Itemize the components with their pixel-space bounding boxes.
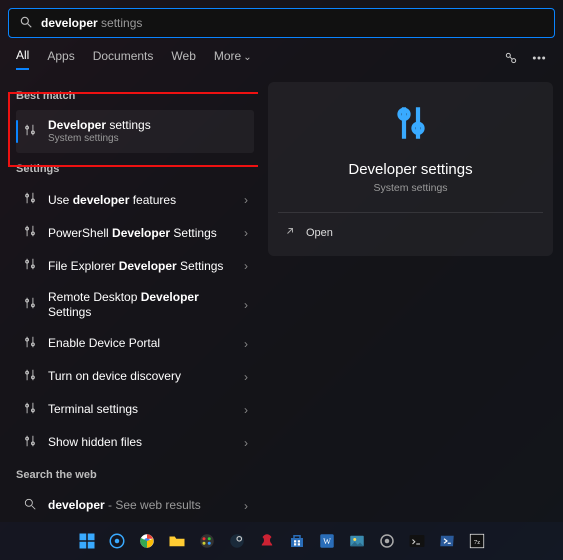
taskbar-app-icon[interactable]	[196, 530, 218, 552]
chevron-right-icon: ›	[244, 337, 248, 351]
sliders-icon	[22, 296, 38, 313]
result-title: Show hidden files	[48, 435, 234, 449]
section-search-web: Search the web	[16, 469, 254, 481]
tab-all[interactable]: All	[16, 48, 29, 70]
sliders-icon	[22, 123, 38, 140]
chevron-right-icon: ›	[244, 226, 248, 240]
settings-result-row[interactable]: PowerShell Developer Settings ›	[16, 216, 254, 249]
settings-result-row[interactable]: Terminal settings ›	[16, 393, 254, 426]
preview-column: Developer settings System settings Open	[258, 78, 555, 514]
chevron-right-icon: ›	[244, 193, 248, 207]
taskbar-powershell-icon[interactable]	[436, 530, 458, 552]
result-title: Use developer features	[48, 193, 234, 207]
taskbar-sevenzip-icon[interactable]: 7z	[466, 530, 488, 552]
filter-tabs: All Apps Documents Web More⌄	[8, 38, 555, 78]
svg-text:W: W	[323, 537, 331, 546]
taskbar-settings-icon[interactable]	[376, 530, 398, 552]
preview-title: Developer settings	[348, 161, 472, 178]
chevron-right-icon: ›	[244, 403, 248, 417]
taskbar-file-explorer-icon[interactable]	[166, 530, 188, 552]
settings-result-row[interactable]: Enable Device Portal ›	[16, 327, 254, 360]
account-connect-icon[interactable]	[503, 50, 519, 69]
taskbar: W 7z	[0, 522, 563, 560]
sliders-icon	[22, 401, 38, 418]
result-title: PowerShell Developer Settings	[48, 226, 234, 240]
taskbar-app-icon[interactable]	[256, 530, 278, 552]
taskbar-app-icon[interactable]: W	[316, 530, 338, 552]
open-external-icon	[284, 225, 296, 240]
taskbar-app-icon[interactable]	[226, 530, 248, 552]
taskbar-terminal-icon[interactable]	[406, 530, 428, 552]
chevron-right-icon: ›	[244, 259, 248, 273]
tab-web[interactable]: Web	[171, 49, 195, 69]
result-title: File Explorer Developer Settings	[48, 259, 234, 273]
sliders-icon	[22, 224, 38, 241]
result-title: Terminal settings	[48, 402, 234, 416]
search-query-text: developer settings	[41, 16, 142, 30]
sliders-icon	[22, 368, 38, 385]
settings-result-row[interactable]: Use developer features ›	[16, 183, 254, 216]
settings-result-row[interactable]: Remote Desktop Developer Settings ›	[16, 282, 254, 327]
section-best-match: Best match	[16, 90, 254, 102]
result-title: Enable Device Portal	[48, 336, 234, 350]
tab-apps[interactable]: Apps	[47, 49, 74, 69]
divider	[278, 212, 543, 213]
sliders-icon	[22, 257, 38, 274]
open-label: Open	[306, 227, 333, 239]
result-title: Remote Desktop Developer Settings	[48, 290, 234, 319]
preview-subtitle: System settings	[373, 182, 447, 194]
tab-documents[interactable]: Documents	[93, 49, 154, 69]
chevron-down-icon: ⌄	[243, 52, 251, 63]
search-box[interactable]: developer settings	[8, 8, 555, 38]
web-result-row[interactable]: developer - See web results ›	[16, 489, 254, 514]
results-column: Best match Developer settings System set…	[8, 78, 258, 514]
settings-result-row[interactable]: Show hidden files ›	[16, 426, 254, 459]
selection-indicator	[16, 120, 18, 143]
taskbar-start-icon[interactable]	[76, 530, 98, 552]
web-result-text: developer - See web results	[48, 498, 234, 512]
best-match-result[interactable]: Developer settings System settings	[16, 110, 254, 153]
chevron-right-icon: ›	[244, 370, 248, 384]
settings-result-row[interactable]: Turn on device discovery ›	[16, 360, 254, 393]
chevron-right-icon: ›	[244, 436, 248, 450]
sliders-icon	[22, 191, 38, 208]
best-match-title: Developer settings System settings	[48, 118, 248, 145]
preview-open-action[interactable]: Open	[278, 221, 543, 244]
settings-result-row[interactable]: File Explorer Developer Settings ›	[16, 249, 254, 282]
search-icon	[19, 15, 33, 32]
taskbar-store-icon[interactable]	[286, 530, 308, 552]
more-options-icon[interactable]	[531, 50, 547, 69]
result-title: Turn on device discovery	[48, 369, 234, 383]
sliders-icon	[22, 335, 38, 352]
svg-text:7z: 7z	[473, 539, 479, 546]
tab-tools	[503, 50, 547, 69]
taskbar-chrome-icon[interactable]	[136, 530, 158, 552]
chevron-right-icon: ›	[244, 499, 248, 513]
sliders-icon	[22, 434, 38, 451]
start-search-panel: developer settings All Apps Documents We…	[0, 0, 563, 522]
search-icon	[22, 497, 38, 514]
chevron-right-icon: ›	[244, 298, 248, 312]
taskbar-photos-icon[interactable]	[346, 530, 368, 552]
preview-card: Developer settings System settings Open	[268, 82, 553, 256]
section-settings: Settings	[16, 163, 254, 175]
taskbar-app-icon[interactable]	[106, 530, 128, 552]
developer-sliders-icon	[390, 102, 432, 147]
tab-more[interactable]: More⌄	[214, 49, 252, 69]
